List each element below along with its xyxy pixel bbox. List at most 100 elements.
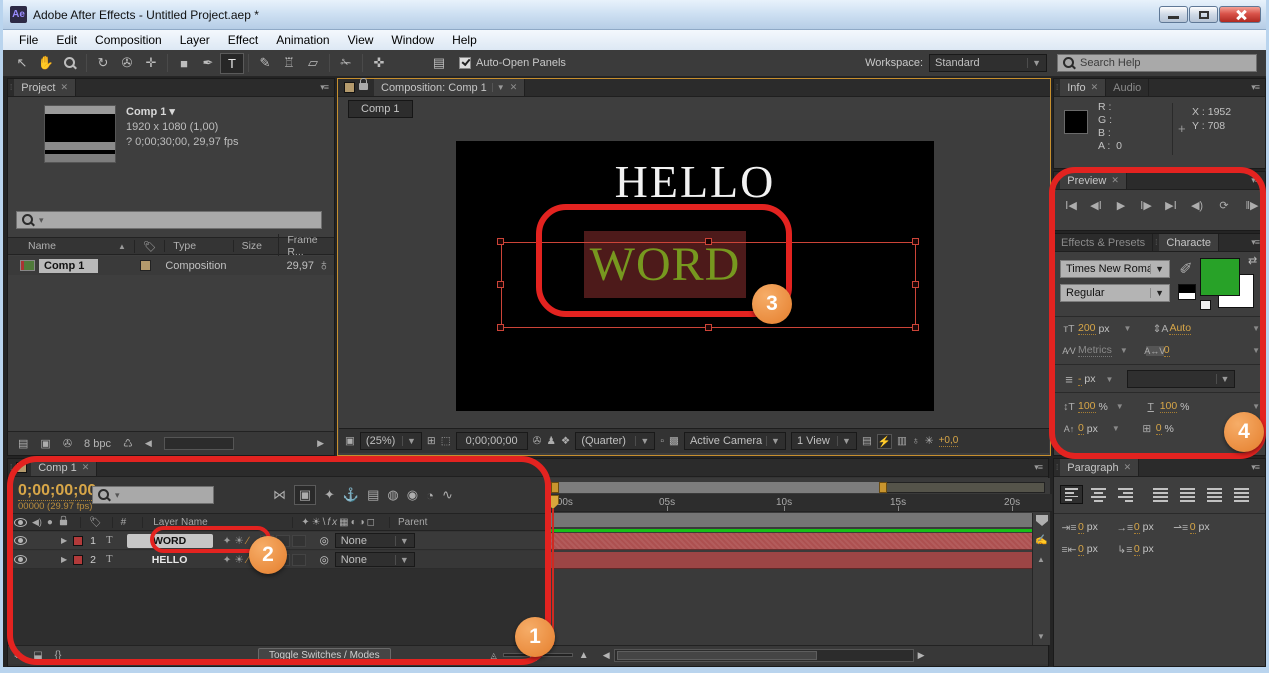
- next-frame-icon[interactable]: Ⅰ▶: [1135, 196, 1157, 214]
- expand-layer-switches-icon[interactable]: ⧉: [8, 650, 28, 661]
- horizontal-scale-value[interactable]: 100: [1159, 400, 1178, 413]
- info-panel-menu-icon[interactable]: ▾≡: [1245, 79, 1265, 96]
- brainstorm-icon[interactable]: ◍: [387, 485, 398, 505]
- track-scroll-down-icon[interactable]: ▼: [1037, 632, 1045, 641]
- exposure-value[interactable]: +0,0: [938, 435, 959, 447]
- region-of-interest-icon[interactable]: ⬚: [441, 435, 451, 447]
- comp-viewer[interactable]: HELLO WORD: [339, 120, 1049, 427]
- leading-value[interactable]: Auto: [1169, 322, 1192, 335]
- tracking-dropdown-icon[interactable]: ▼: [1252, 346, 1260, 355]
- layer2-duration-bar[interactable]: [547, 552, 1032, 569]
- pixel-aspect-icon[interactable]: ▤: [862, 435, 872, 447]
- camera-tool-icon[interactable]: ✇: [115, 53, 139, 74]
- new-composition-icon[interactable]: ✇: [63, 437, 72, 450]
- eyedropper-icon[interactable]: ✐: [1178, 260, 1194, 278]
- font-style-dropdown[interactable]: Regular ▼: [1060, 284, 1170, 302]
- audio-tab[interactable]: Audio: [1106, 79, 1150, 96]
- column-name[interactable]: Name: [28, 240, 56, 252]
- hello-text-layer[interactable]: HELLO: [456, 155, 934, 208]
- bbox-handle[interactable]: [912, 238, 919, 245]
- reset-exposure-icon[interactable]: ✳: [925, 435, 934, 447]
- menu-animation[interactable]: Animation: [267, 31, 338, 49]
- shape-tool-icon[interactable]: ■: [172, 53, 196, 74]
- zoom-out-mountain-icon[interactable]: ◬: [491, 651, 497, 660]
- auto-open-panels-checkbox[interactable]: [459, 57, 471, 69]
- menu-effect[interactable]: Effect: [219, 31, 267, 49]
- vertical-scale-dropdown-icon[interactable]: ▼: [1116, 402, 1124, 411]
- column-frame-rate[interactable]: Frame R...: [278, 234, 334, 258]
- layer1-name[interactable]: WORD: [126, 533, 213, 548]
- puppet-pin-tool-icon[interactable]: ✜: [367, 53, 391, 74]
- preview-tab[interactable]: Preview ✕: [1060, 172, 1127, 189]
- justify-last-left-button[interactable]: [1149, 485, 1172, 504]
- space-before-value[interactable]: 0: [1133, 521, 1140, 534]
- solo-column-icon[interactable]: ●: [47, 517, 53, 528]
- h-scroll-left-icon[interactable]: ◀: [603, 650, 610, 661]
- comp-timecode[interactable]: 0;00;00;00: [455, 432, 528, 450]
- tsume-value[interactable]: 0: [1155, 422, 1162, 435]
- target-region-icon[interactable]: ▫: [660, 435, 664, 447]
- search-help-input[interactable]: Search Help: [1057, 54, 1257, 72]
- align-left-button[interactable]: [1060, 485, 1083, 504]
- hand-tool-icon[interactable]: ✋: [34, 53, 58, 74]
- layer2-label-swatch[interactable]: [73, 554, 84, 565]
- selection-tool-icon[interactable]: ↖: [10, 53, 34, 74]
- layer1-duration-bar[interactable]: [547, 533, 1032, 550]
- stopwatch-icon[interactable]: ◔: [426, 485, 434, 505]
- layer1-pickwhip-icon[interactable]: ◎: [320, 535, 329, 547]
- timeline-tab[interactable]: Comp 1 ✕: [31, 459, 98, 476]
- align-center-button[interactable]: [1087, 485, 1110, 504]
- font-size-dropdown-icon[interactable]: ▼: [1124, 324, 1132, 333]
- layer1-label-swatch[interactable]: [73, 535, 84, 546]
- scroll-left-icon[interactable]: ◀: [145, 438, 152, 449]
- view-layout-dropdown[interactable]: 1 View ▼: [790, 432, 857, 450]
- menu-view[interactable]: View: [339, 31, 383, 49]
- timeline-empty-area[interactable]: [8, 569, 545, 645]
- channels-icon[interactable]: ❖: [561, 435, 570, 447]
- comp-marker-strip[interactable]: [547, 513, 1032, 528]
- tracking-value[interactable]: 0: [1163, 344, 1170, 357]
- justify-last-right-button[interactable]: [1203, 485, 1226, 504]
- parent-column[interactable]: Parent: [388, 516, 427, 528]
- rotation-tool-icon[interactable]: ↻: [91, 53, 115, 74]
- interpret-footage-icon[interactable]: ▤: [18, 437, 28, 450]
- bbox-handle[interactable]: [705, 238, 712, 245]
- timeline-panel-menu-icon[interactable]: ▾≡: [1028, 459, 1048, 476]
- menu-composition[interactable]: Composition: [86, 31, 171, 49]
- close-button[interactable]: [1219, 6, 1261, 23]
- column-size[interactable]: Size: [232, 240, 279, 252]
- no-fill-icon[interactable]: [1200, 300, 1211, 310]
- timeline-timecode[interactable]: 0;00;00;00: [18, 482, 97, 501]
- comp-mini-flowchart-icon[interactable]: ⋈: [273, 485, 286, 505]
- lock-column-icon[interactable]: [59, 515, 68, 525]
- menu-edit[interactable]: Edit: [47, 31, 86, 49]
- always-preview-icon[interactable]: ▣: [345, 435, 355, 447]
- character-panel-menu-icon[interactable]: ▾≡: [1245, 234, 1265, 251]
- transparency-grid-icon[interactable]: ▩: [669, 435, 679, 447]
- bbox-handle[interactable]: [912, 324, 919, 331]
- magnification-dropdown[interactable]: (25%) ▼: [359, 432, 422, 450]
- layer-name-column[interactable]: Layer Name: [142, 516, 292, 528]
- paragraph-tab[interactable]: Paragraph ✕: [1060, 459, 1140, 476]
- project-h-scrollbar[interactable]: [163, 437, 234, 450]
- preview-panel-menu-icon[interactable]: ▾≡: [1245, 172, 1265, 189]
- font-size-value[interactable]: 200: [1078, 322, 1096, 335]
- layer1-expand-icon[interactable]: ▶: [61, 536, 67, 545]
- video-column-icon[interactable]: [14, 517, 27, 527]
- effects-presets-tab[interactable]: Effects & Presets: [1054, 234, 1154, 251]
- camera-dropdown[interactable]: Active Camera ▼: [683, 432, 786, 450]
- comp-canvas[interactable]: HELLO WORD: [456, 141, 934, 411]
- column-type[interactable]: Type: [164, 240, 232, 252]
- project-item-title[interactable]: Comp 1 ▾: [126, 105, 175, 118]
- horizontal-scale-dropdown-icon[interactable]: ▼: [1252, 402, 1260, 411]
- type-tool-icon[interactable]: T: [220, 52, 244, 74]
- brush-tool-icon[interactable]: ✎: [253, 53, 277, 74]
- menu-file[interactable]: File: [10, 31, 47, 49]
- leading-dropdown-icon[interactable]: ▼: [1252, 324, 1260, 333]
- loop-icon[interactable]: ⟳: [1212, 196, 1236, 214]
- trash-icon[interactable]: ♺: [123, 437, 133, 450]
- bit-depth[interactable]: 8 bpc: [84, 438, 111, 450]
- track-scroll-up-icon[interactable]: ▲: [1037, 555, 1045, 564]
- workspace-dropdown[interactable]: Standard ▼: [929, 54, 1047, 72]
- stroke-style-dropdown[interactable]: ▼: [1127, 370, 1236, 388]
